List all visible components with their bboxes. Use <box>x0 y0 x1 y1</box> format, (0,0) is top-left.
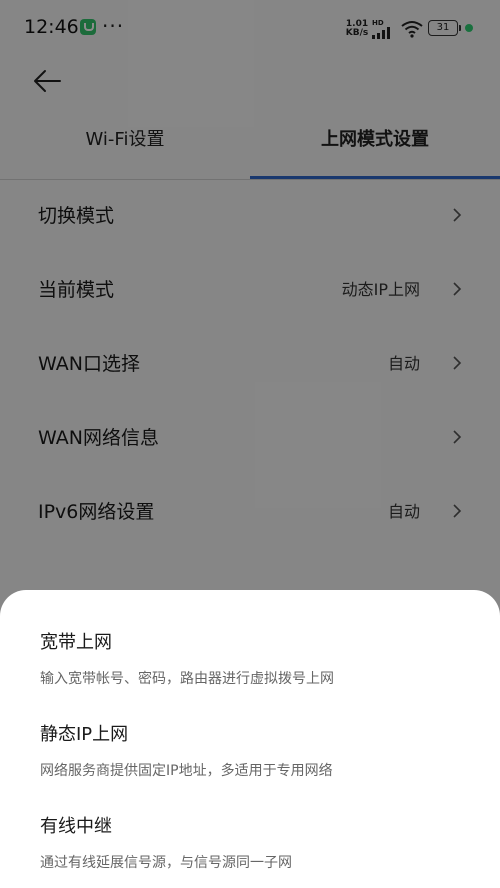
option-broadband[interactable]: 宽带上网 输入宽带帐号、密码，路由器进行虚拟拨号上网 <box>40 628 480 688</box>
option-description: 通过有线延展信号源，与信号源同一子网 <box>40 855 292 871</box>
option-static-ip[interactable]: 静态IP上网 网络服务商提供固定IP地址，多适用于专用网络 <box>40 720 480 780</box>
option-title: 有线中继 <box>40 816 112 837</box>
mode-selection-sheet: 宽带上网 输入宽带帐号、密码，路由器进行虚拟拨号上网 静态IP上网 网络服务商提… <box>0 590 500 888</box>
option-title: 宽带上网 <box>40 632 112 653</box>
option-wired-relay[interactable]: 有线中继 通过有线延展信号源，与信号源同一子网 <box>40 812 480 872</box>
option-description: 网络服务商提供固定IP地址，多适用于专用网络 <box>40 763 333 779</box>
option-description: 输入宽带帐号、密码，路由器进行虚拟拨号上网 <box>40 671 334 687</box>
option-title: 静态IP上网 <box>40 724 129 745</box>
